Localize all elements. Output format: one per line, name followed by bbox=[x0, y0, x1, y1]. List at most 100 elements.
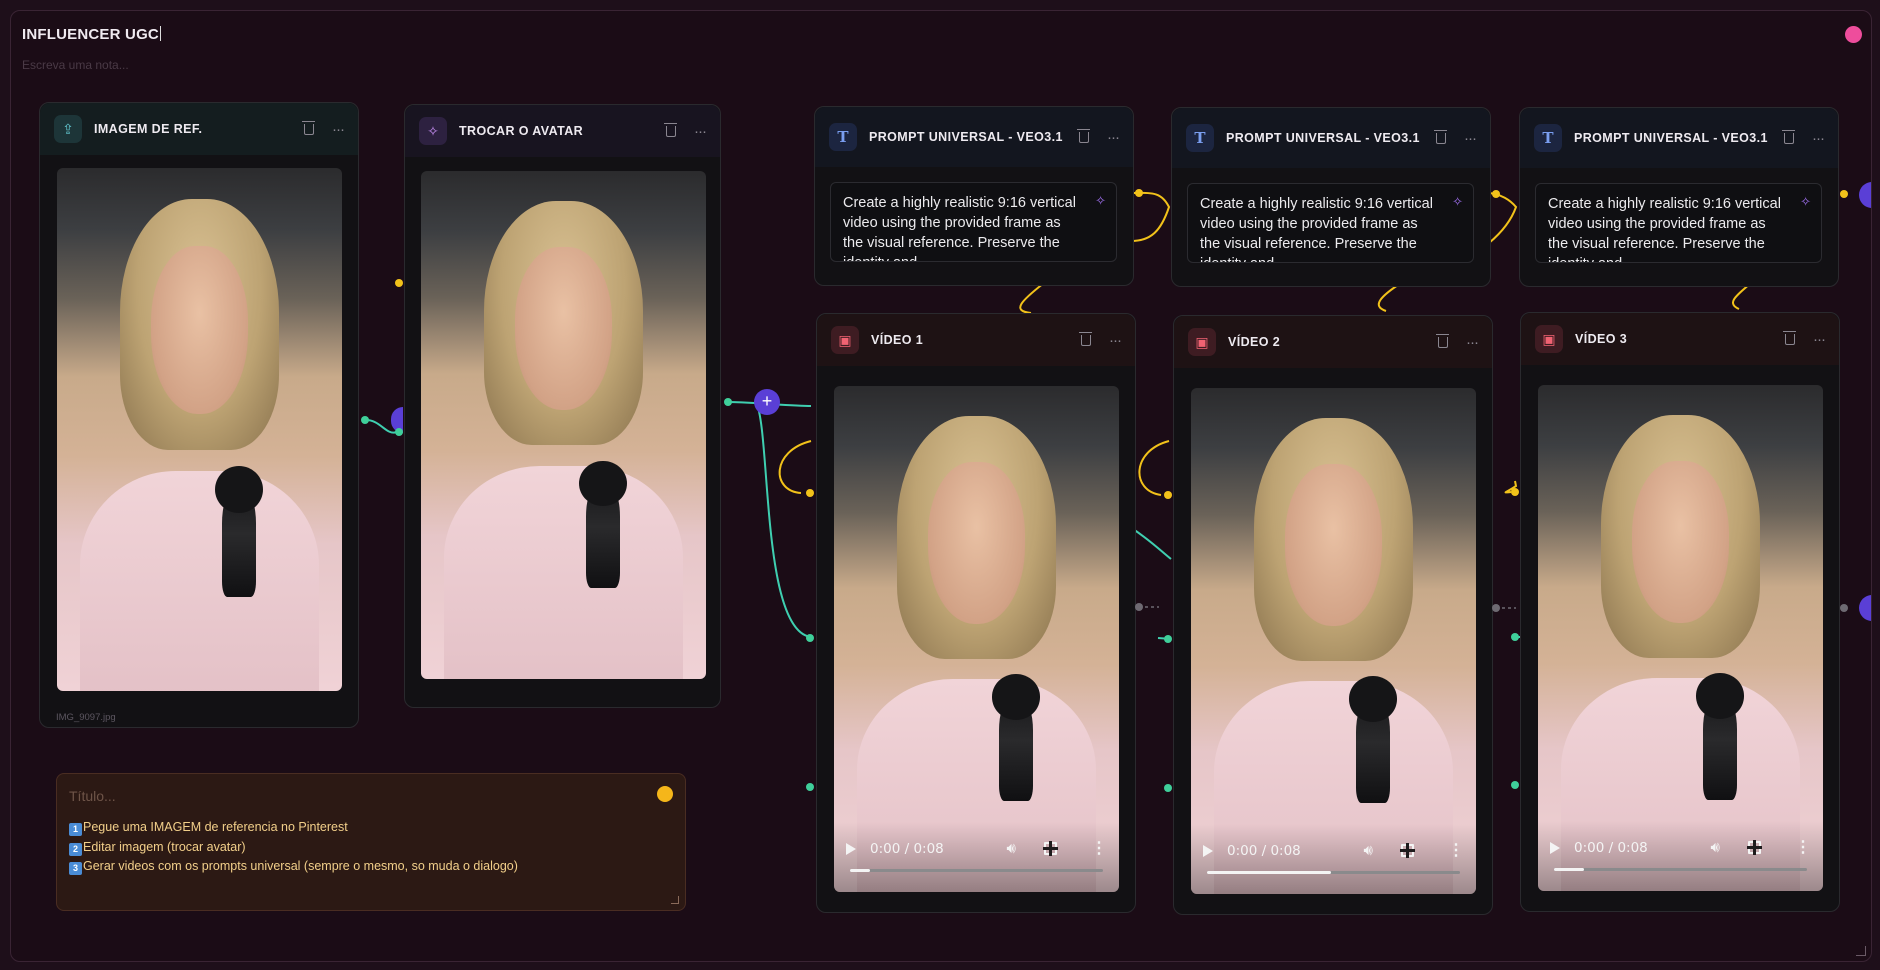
video-time: 0:00 / 0:08 bbox=[1227, 842, 1301, 859]
more-vertical-icon[interactable]: ⋮ bbox=[1091, 840, 1107, 857]
prompt-textarea[interactable]: Create a highly realistic 9:16 vertical … bbox=[830, 182, 1117, 262]
play-icon[interactable] bbox=[1550, 841, 1560, 854]
play-icon[interactable] bbox=[1203, 844, 1213, 857]
fullscreen-icon[interactable] bbox=[1043, 841, 1058, 856]
output-port[interactable] bbox=[724, 398, 732, 406]
trash-icon[interactable] bbox=[664, 122, 677, 137]
input-port[interactable] bbox=[1164, 635, 1172, 643]
output-port[interactable] bbox=[361, 416, 369, 424]
workflow-canvas[interactable]: INFLUENCER UGC Escreva uma nota... ⇪ IMA… bbox=[10, 10, 1872, 962]
trash-icon[interactable] bbox=[1782, 129, 1795, 144]
input-port[interactable] bbox=[395, 428, 403, 436]
enhance-prompt-icon[interactable]: ✧ bbox=[1095, 191, 1106, 211]
more-options-icon[interactable]: ··· bbox=[1107, 129, 1120, 146]
enhance-prompt-icon[interactable]: ✧ bbox=[1452, 192, 1463, 212]
input-port[interactable] bbox=[395, 279, 403, 287]
node-video-1[interactable]: ▣ VÍDEO 1 ··· 0:00 / 0:08 🔊︎ ⋮ bbox=[816, 313, 1136, 913]
node-prompt-1[interactable]: T PROMPT UNIVERSAL - VEO3.1 ··· Create a… bbox=[814, 106, 1134, 286]
node-header[interactable]: T PROMPT UNIVERSAL - VEO3.1 ··· bbox=[815, 107, 1133, 167]
node-title: PROMPT UNIVERSAL - VEO3.1 bbox=[1226, 130, 1420, 145]
trash-icon[interactable] bbox=[1434, 129, 1447, 144]
prompt-textarea[interactable]: Create a highly realistic 9:16 vertical … bbox=[1187, 183, 1474, 263]
number-badge: 3 bbox=[69, 862, 82, 875]
more-options-icon[interactable]: ··· bbox=[1466, 334, 1479, 351]
more-options-icon[interactable]: ··· bbox=[1812, 130, 1825, 147]
add-connection-handle[interactable] bbox=[1859, 595, 1871, 621]
input-port[interactable] bbox=[806, 634, 814, 642]
input-port[interactable] bbox=[806, 489, 814, 497]
add-node-button[interactable]: + bbox=[754, 389, 780, 415]
output-port[interactable] bbox=[1840, 190, 1848, 198]
node-prompt-2[interactable]: T PROMPT UNIVERSAL - VEO3.1 ··· Create a… bbox=[1171, 107, 1491, 287]
output-port[interactable] bbox=[1492, 604, 1500, 612]
volume-icon[interactable]: 🔊︎ bbox=[1364, 842, 1373, 859]
sticky-note[interactable]: Título... 1 Pegue uma IMAGEM de referenci… bbox=[56, 773, 686, 911]
video-controls: 0:00 / 0:08 🔊︎ ⋮ bbox=[834, 822, 1119, 892]
node-reference-image[interactable]: ⇪ IMAGEM DE REF. ··· IMG_9097.jpg bbox=[39, 102, 359, 728]
canvas-resize-handle[interactable] bbox=[1856, 946, 1866, 956]
video-player[interactable]: 0:00 / 0:08 🔊︎ ⋮ bbox=[834, 386, 1119, 892]
node-header[interactable]: ▣ VÍDEO 3 ··· bbox=[1521, 313, 1839, 365]
avatar-image bbox=[421, 171, 706, 679]
trash-icon[interactable] bbox=[1783, 330, 1796, 345]
enhance-prompt-icon[interactable]: ✧ bbox=[1800, 192, 1811, 212]
more-options-icon[interactable]: ··· bbox=[1109, 332, 1122, 349]
trash-icon[interactable] bbox=[1077, 128, 1090, 143]
node-swap-avatar[interactable]: ✧ TROCAR O AVATAR ··· bbox=[404, 104, 721, 708]
sticky-body[interactable]: 1 Pegue uma IMAGEM de referencia no Pinte… bbox=[69, 818, 673, 877]
node-header[interactable]: ⇪ IMAGEM DE REF. ··· bbox=[40, 103, 358, 155]
prompt-textarea[interactable]: Create a highly realistic 9:16 vertical … bbox=[1535, 183, 1822, 263]
list-item-text: Editar imagem (trocar avatar) bbox=[83, 839, 246, 854]
video-progress-bar[interactable] bbox=[1554, 868, 1807, 871]
input-port[interactable] bbox=[1511, 488, 1519, 496]
node-header[interactable]: ✧ TROCAR O AVATAR ··· bbox=[405, 105, 720, 157]
trash-icon[interactable] bbox=[302, 120, 315, 135]
fullscreen-icon[interactable] bbox=[1747, 840, 1762, 855]
video-player[interactable]: 0:00 / 0:08 🔊︎ ⋮ bbox=[1538, 385, 1823, 891]
more-options-icon[interactable]: ··· bbox=[1813, 331, 1826, 348]
board-title[interactable]: INFLUENCER UGC bbox=[22, 26, 161, 43]
input-port[interactable] bbox=[1511, 781, 1519, 789]
input-port[interactable] bbox=[1511, 633, 1519, 641]
trash-icon[interactable] bbox=[1079, 331, 1092, 346]
sticky-title-input[interactable]: Título... bbox=[69, 788, 673, 804]
add-connection-handle[interactable] bbox=[1859, 182, 1871, 208]
board-note-input[interactable]: Escreva uma nota... bbox=[22, 58, 129, 72]
node-video-3[interactable]: ▣ VÍDEO 3 ··· 0:00 / 0:08 🔊︎ ⋮ bbox=[1520, 312, 1840, 912]
node-header[interactable]: ▣ VÍDEO 1 ··· bbox=[817, 314, 1135, 366]
output-port[interactable] bbox=[1492, 190, 1500, 198]
input-port[interactable] bbox=[806, 783, 814, 791]
node-prompt-3[interactable]: T PROMPT UNIVERSAL - VEO3.1 ··· Create a… bbox=[1519, 107, 1839, 287]
prompt-text: Create a highly realistic 9:16 vertical … bbox=[843, 195, 1076, 261]
image-filename: IMG_9097.jpg bbox=[56, 712, 116, 723]
node-header[interactable]: T PROMPT UNIVERSAL - VEO3.1 ··· bbox=[1172, 108, 1490, 168]
more-options-icon[interactable]: ··· bbox=[332, 121, 345, 138]
film-icon: ▣ bbox=[1535, 325, 1563, 353]
color-dot[interactable] bbox=[1845, 26, 1862, 43]
output-port[interactable] bbox=[1840, 604, 1848, 612]
more-vertical-icon[interactable]: ⋮ bbox=[1795, 839, 1811, 856]
node-header[interactable]: ▣ VÍDEO 2 ··· bbox=[1174, 316, 1492, 368]
more-options-icon[interactable]: ··· bbox=[1464, 130, 1477, 147]
fullscreen-icon[interactable] bbox=[1400, 843, 1415, 858]
input-port[interactable] bbox=[1164, 491, 1172, 499]
node-video-2[interactable]: ▣ VÍDEO 2 ··· 0:00 / 0:08 🔊︎ ⋮ bbox=[1173, 315, 1493, 915]
video-progress-bar[interactable] bbox=[1207, 871, 1460, 874]
more-vertical-icon[interactable]: ⋮ bbox=[1448, 842, 1464, 859]
input-port[interactable] bbox=[1164, 784, 1172, 792]
node-title: PROMPT UNIVERSAL - VEO3.1 bbox=[1574, 130, 1768, 145]
volume-icon[interactable]: 🔊︎ bbox=[1007, 840, 1016, 857]
play-icon[interactable] bbox=[846, 842, 856, 855]
node-header[interactable]: T PROMPT UNIVERSAL - VEO3.1 ··· bbox=[1520, 108, 1838, 168]
output-port[interactable] bbox=[1135, 603, 1143, 611]
resize-handle[interactable] bbox=[671, 896, 679, 904]
video-progress-bar[interactable] bbox=[850, 869, 1103, 872]
output-port[interactable] bbox=[1135, 189, 1143, 197]
trash-icon[interactable] bbox=[1436, 333, 1449, 348]
more-options-icon[interactable]: ··· bbox=[694, 123, 707, 140]
sticky-color-dot[interactable] bbox=[657, 786, 673, 802]
video-player[interactable]: 0:00 / 0:08 🔊︎ ⋮ bbox=[1191, 388, 1476, 894]
volume-icon[interactable]: 🔊︎ bbox=[1711, 839, 1720, 856]
node-title: VÍDEO 2 bbox=[1228, 334, 1281, 349]
text-icon: T bbox=[1534, 124, 1562, 152]
